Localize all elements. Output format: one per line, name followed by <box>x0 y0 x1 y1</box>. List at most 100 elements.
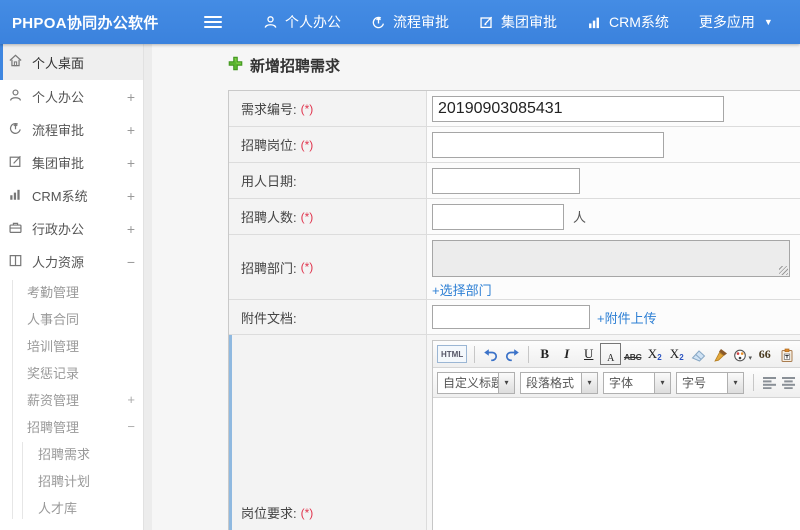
rich-text-editor: HTML B I U A ABC X 2 X 2 ▾ 66 自定义标题 ▾ 段落… <box>432 340 800 530</box>
sidebar-item-human-resources[interactable]: 人力资源 − <box>0 245 152 278</box>
sidebar-item-recruit-request[interactable]: 招聘需求 <box>0 440 152 467</box>
field-label: 招聘部门: (*) <box>229 235 427 299</box>
paste-button[interactable] <box>776 343 797 365</box>
superscript-button[interactable]: X2 <box>644 343 665 365</box>
user-icon <box>263 15 278 30</box>
department-textarea[interactable] <box>432 240 790 277</box>
select-department-link[interactable]: +选择部门 <box>432 280 492 299</box>
nav-personal-office[interactable]: 个人办公 <box>248 0 356 44</box>
expand-toggle[interactable]: + <box>127 122 135 138</box>
sidebar-item-talent-pool[interactable]: 人才库 <box>0 494 152 521</box>
blockquote-button[interactable]: 66 <box>754 343 775 365</box>
app-logo[interactable]: PHPOA协同办公软件 <box>0 12 190 33</box>
expand-toggle[interactable]: − <box>127 419 135 434</box>
emotion-button[interactable]: ▾ <box>732 343 753 365</box>
required-mark: (*) <box>300 137 314 152</box>
workflow-icon <box>8 121 23 139</box>
top-nav: 个人办公 流程审批 集团审批 CRM系统 更多应用 ▼ <box>248 0 788 44</box>
form-row-job-requirements: 岗位要求: (*) HTML B I U A ABC X 2 X 2 ▾ 66 … <box>229 335 800 530</box>
headcount-input[interactable] <box>432 203 564 230</box>
expand-toggle[interactable]: − <box>127 254 135 270</box>
sidebar-item-recruit-plan[interactable]: 招聘计划 <box>0 467 152 494</box>
resize-grip-icon[interactable] <box>779 266 788 275</box>
emotion-icon <box>734 349 747 362</box>
field-label: 需求编号: (*) <box>229 91 427 126</box>
caret-down-icon: ▾ <box>498 372 514 393</box>
edit-icon <box>8 154 23 172</box>
custom-title-dropdown[interactable]: 自定义标题 ▾ <box>437 371 515 394</box>
sidebar-scrollbar[interactable] <box>143 44 152 530</box>
expand-toggle[interactable]: + <box>127 188 135 204</box>
sidebar-item-recruit-mgmt[interactable]: 招聘管理 − <box>0 413 152 440</box>
eraser-button[interactable] <box>688 343 709 365</box>
form-row-headcount: 招聘人数: (*) 人 <box>229 199 800 235</box>
html-source-button[interactable]: HTML <box>437 345 468 363</box>
redo-button[interactable] <box>502 343 523 365</box>
recruit-position-input[interactable] <box>432 131 664 158</box>
sidebar-item-crm-system[interactable]: CRM系统 + <box>0 179 152 212</box>
align-left-icon <box>763 376 776 389</box>
editor-content-area[interactable] <box>433 398 800 530</box>
user-icon <box>8 88 23 106</box>
unit-label: 人 <box>573 210 587 225</box>
form-row-attachment: 附件文档: +附件上传 <box>229 300 800 335</box>
nav-workflow-approval[interactable]: 流程审批 <box>356 0 464 44</box>
attachment-input[interactable] <box>432 305 590 329</box>
request-number-input[interactable] <box>432 95 724 122</box>
undo-icon <box>484 349 498 362</box>
nav-group-approval[interactable]: 集团审批 <box>464 0 572 44</box>
field-label: 用人日期: <box>229 163 427 198</box>
expand-toggle[interactable]: + <box>127 155 135 171</box>
recruit-request-form: 需求编号: (*) 招聘岗位: (*) <box>228 90 800 530</box>
sidebar-item-admin-office[interactable]: 行政办公 + <box>0 212 152 245</box>
paragraph-format-dropdown[interactable]: 段落格式 ▾ <box>520 371 598 394</box>
required-mark: (*) <box>300 209 314 224</box>
undo-button[interactable] <box>480 343 501 365</box>
char-border-button[interactable]: A <box>600 342 622 365</box>
sidebar-item-salary-mgmt[interactable]: 薪资管理 + <box>0 386 152 413</box>
align-center-button[interactable] <box>782 376 796 389</box>
attachment-upload-link[interactable]: +附件上传 <box>597 308 657 327</box>
sidebar-item-personal-office[interactable]: 个人办公 + <box>0 80 152 113</box>
format-brush-button[interactable] <box>710 343 731 365</box>
font-family-dropdown[interactable]: 字体 ▾ <box>603 371 671 394</box>
nav-more-apps[interactable]: 更多应用 ▼ <box>684 0 788 44</box>
sidebar-item-reward-punishment[interactable]: 奖惩记录 <box>0 359 152 386</box>
expand-toggle[interactable]: + <box>127 89 135 105</box>
form-row-request-number: 需求编号: (*) <box>229 91 800 127</box>
main-content: 新增招聘需求 需求编号: (*) 招聘岗位: <box>152 44 800 530</box>
italic-button[interactable]: I <box>556 343 577 365</box>
sidebar-item-attendance-mgmt[interactable]: 考勤管理 <box>0 278 152 305</box>
bold-button[interactable]: B <box>534 343 555 365</box>
nav-crm-system[interactable]: CRM系统 <box>572 0 684 44</box>
sidebar-item-group-approval[interactable]: 集团审批 + <box>0 146 152 179</box>
toolbar-separator <box>528 345 530 363</box>
recruit-submenu: 招聘需求 招聘计划 人才库 <box>0 440 152 521</box>
hire-date-input[interactable] <box>432 167 580 194</box>
editor-toolbar-row1: HTML B I U A ABC X 2 X 2 ▾ 66 <box>433 341 800 368</box>
edit-icon <box>479 15 494 30</box>
subscript-button[interactable]: X2 <box>666 343 687 365</box>
menu-toggle-icon[interactable] <box>204 16 222 28</box>
form-row-recruit-position: 招聘岗位: (*) <box>229 127 800 163</box>
format-brush-icon <box>714 349 728 362</box>
field-label: 岗位要求: (*) <box>229 335 427 530</box>
add-plus-icon <box>228 56 243 75</box>
expand-toggle[interactable]: + <box>127 392 135 407</box>
align-left-button[interactable] <box>763 376 777 389</box>
field-label: 附件文档: <box>229 300 427 334</box>
top-header: PHPOA协同办公软件 个人办公 流程审批 集团审批 CRM系统 更多应用 ▼ <box>0 0 800 44</box>
home-icon <box>8 53 23 71</box>
expand-toggle[interactable]: + <box>127 221 135 237</box>
sidebar-item-workflow-approval[interactable]: 流程审批 + <box>0 113 152 146</box>
underline-button[interactable]: U <box>578 343 599 365</box>
sidebar-item-training-mgmt[interactable]: 培训管理 <box>0 332 152 359</box>
font-size-dropdown[interactable]: 字号 ▾ <box>676 371 744 394</box>
sidebar: 个人桌面 个人办公 + 流程审批 + 集团审批 + CRM系统 + 行政办公 +… <box>0 44 152 530</box>
form-row-recruit-department: 招聘部门: (*) +选择部门 <box>229 235 800 300</box>
caret-down-icon: ▾ <box>581 372 597 393</box>
strikethrough-button[interactable]: ABC <box>622 343 643 365</box>
sidebar-item-personal-desktop[interactable]: 个人桌面 <box>0 44 152 80</box>
form-row-hire-date: 用人日期: <box>229 163 800 199</box>
sidebar-item-hr-contract[interactable]: 人事合同 <box>0 305 152 332</box>
